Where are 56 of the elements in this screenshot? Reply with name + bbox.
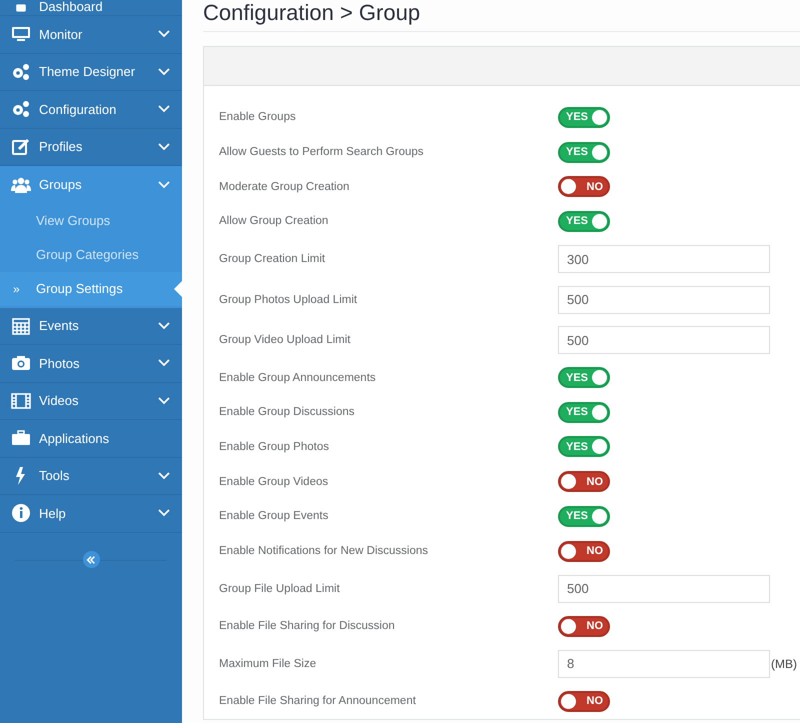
toggle-switch[interactable]: YES xyxy=(558,402,610,423)
input-field[interactable]: 8 xyxy=(558,650,770,678)
toggle-switch[interactable]: YES xyxy=(558,142,610,163)
setting-label: Group Photos Upload Limit xyxy=(219,294,358,306)
sidebar-item[interactable]: Dashboard xyxy=(0,0,182,16)
sidebar-item[interactable]: Photos xyxy=(0,345,182,382)
setting-label: Enable File Sharing for Discussion xyxy=(219,620,396,632)
input-field[interactable]: 500 xyxy=(558,326,770,354)
sidebar-item[interactable]: Monitor xyxy=(0,16,182,54)
sidebar-item[interactable]: Applications xyxy=(0,420,182,458)
info-icon xyxy=(11,503,31,524)
submenu-item[interactable]: View Groups xyxy=(0,204,182,238)
setting-label: Group Video Upload Limit xyxy=(219,334,352,346)
sidebar-item[interactable]: Groups xyxy=(0,166,182,204)
setting-label: Group Creation Limit xyxy=(219,253,326,265)
setting-label: Group File Upload Limit xyxy=(219,582,341,595)
toggle-switch[interactable]: YES xyxy=(558,106,610,128)
calendar-icon xyxy=(11,316,31,336)
unit-label: (MB) xyxy=(771,656,797,671)
submenu-item[interactable]: » Group Settings xyxy=(0,272,182,306)
toggle-switch[interactable]: NO xyxy=(558,540,610,562)
sidebar-item[interactable]: Help xyxy=(0,495,182,532)
setting-label: Enable Notifications for New Discussions xyxy=(219,545,430,558)
setting-label: Enable Group Videos xyxy=(219,476,330,488)
film-icon xyxy=(11,390,31,411)
toggle-switch[interactable]: NO xyxy=(558,690,610,712)
sidebar-item[interactable]: Theme Designer xyxy=(0,54,182,91)
marker: » xyxy=(13,282,20,296)
setting-label: Enable Group Discussions xyxy=(219,406,356,418)
toggle-switch[interactable]: YES xyxy=(558,367,610,388)
input-field[interactable]: 300 xyxy=(558,245,770,273)
setting-label: Maximum File Size xyxy=(219,658,318,670)
toggle-switch[interactable]: YES xyxy=(558,506,610,527)
toggle-switch[interactable]: YES xyxy=(558,210,610,232)
toggle-switch[interactable]: NO xyxy=(558,176,610,198)
toggle-switch[interactable]: NO xyxy=(558,471,610,492)
input-field[interactable]: 500 xyxy=(558,286,770,314)
collapse-sidebar-button[interactable] xyxy=(82,551,100,568)
edit-icon xyxy=(11,136,31,157)
page-title: Configuration > Group xyxy=(203,0,800,32)
setting-label: Allow Group Creation xyxy=(219,215,330,228)
setting-label: Enable Group Events xyxy=(219,510,330,522)
sidebar-item[interactable]: Videos xyxy=(0,382,182,420)
setting-label: Moderate Group Creation xyxy=(219,180,350,193)
setting-label: Allow Guests to Perform Search Groups xyxy=(219,146,425,158)
toggle-switch[interactable]: YES xyxy=(558,436,610,458)
setting-label: Enable Group Photos xyxy=(219,440,330,453)
double-chevron-left-icon xyxy=(86,554,96,564)
submenu-item[interactable]: Group Categories xyxy=(0,238,182,272)
toggle-switch[interactable]: NO xyxy=(558,616,610,637)
setting-label: Enable Group Announcements xyxy=(219,372,377,384)
setting-label: Enable File Sharing for Announcement xyxy=(219,695,417,708)
setting-label: Enable Groups xyxy=(219,111,297,124)
sidebar-item[interactable]: Events xyxy=(0,308,182,345)
input-field[interactable]: 500 xyxy=(558,574,770,603)
sidebar-item[interactable]: Configuration xyxy=(0,91,182,128)
